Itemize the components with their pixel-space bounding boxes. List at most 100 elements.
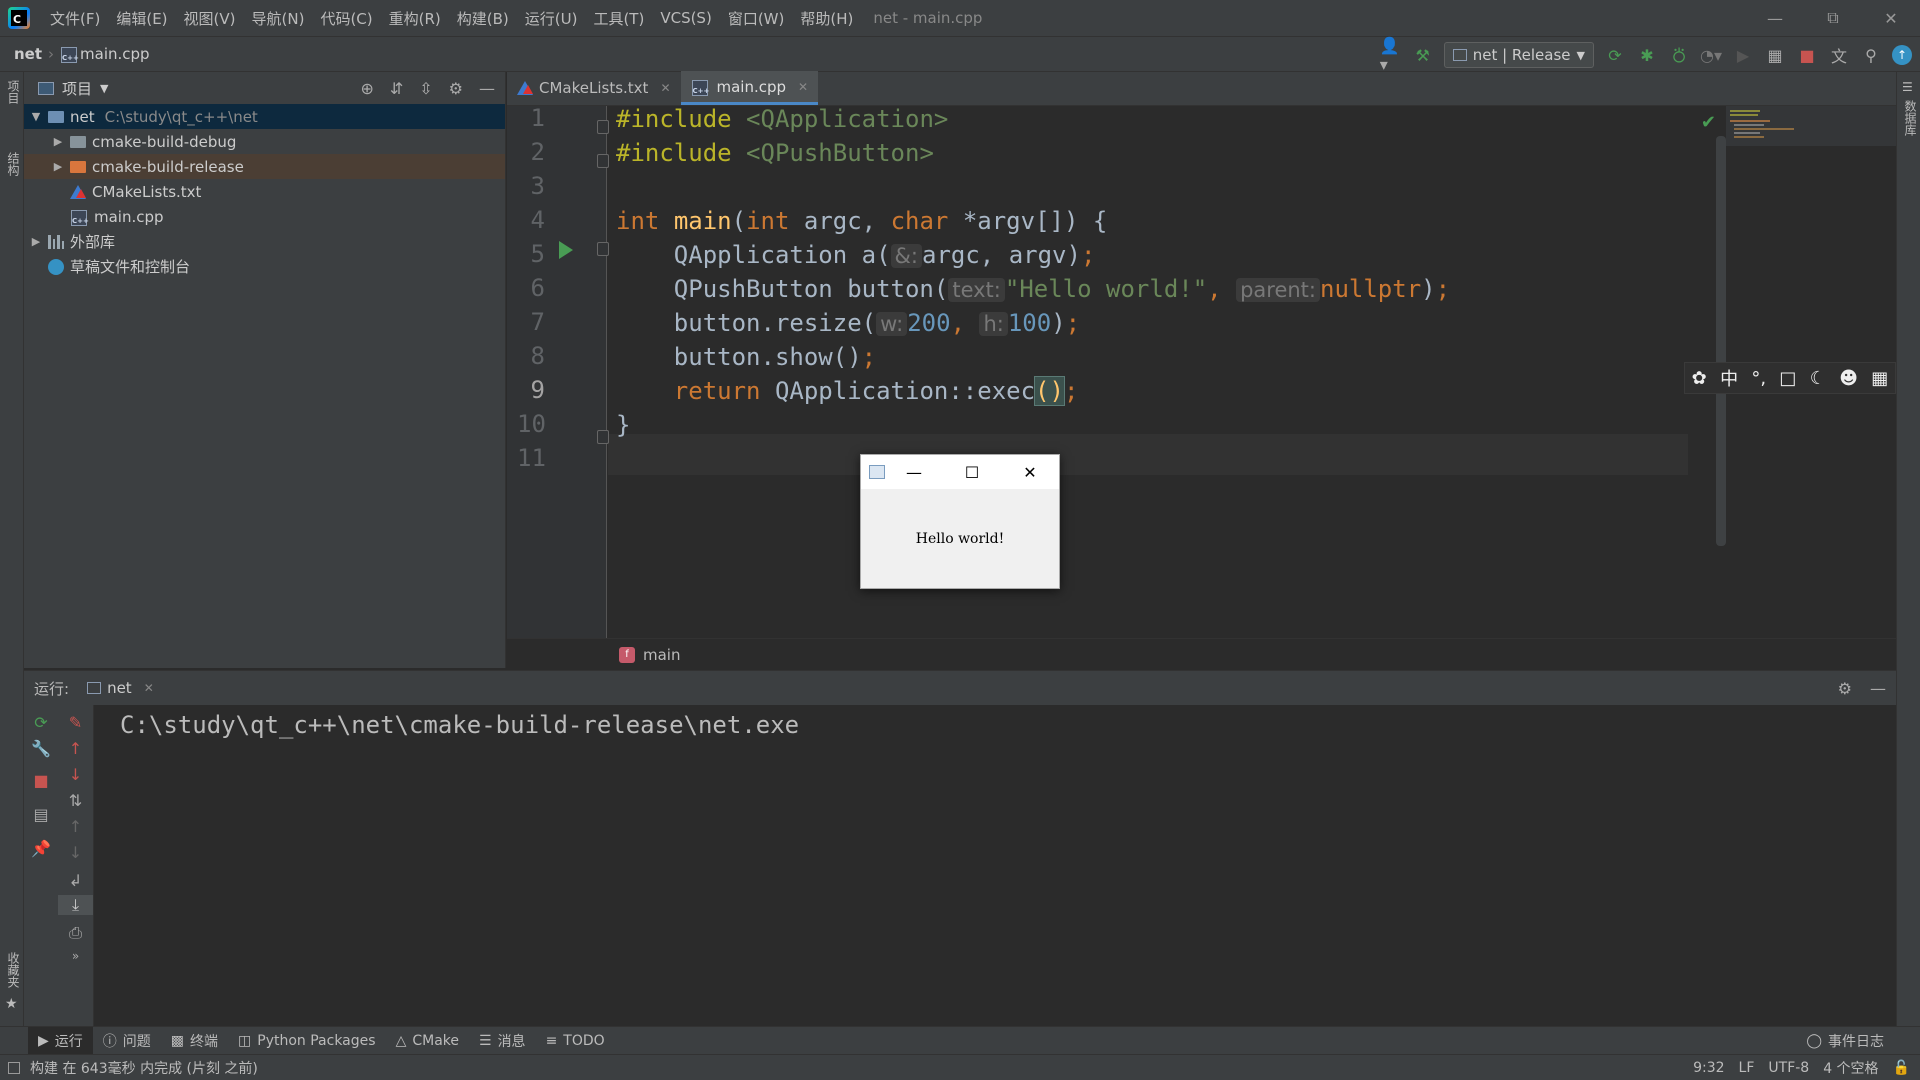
chinese-mode-icon[interactable]: 中 (1720, 365, 1738, 391)
clipboard-icon[interactable]: □ (1779, 368, 1796, 389)
inspection-ok-icon[interactable]: ✔ (1701, 112, 1716, 133)
sort-icon[interactable]: ⇅ (58, 791, 93, 810)
expand-all-icon[interactable]: ⇵ (390, 79, 403, 98)
event-log-button[interactable]: ◯ 事件日志 (1806, 1027, 1884, 1055)
caret-position[interactable]: 9:32 (1693, 1060, 1724, 1076)
breadcrumb-file[interactable]: main.cpp (80, 45, 150, 63)
fold-icon[interactable] (597, 430, 609, 444)
layout-icon[interactable]: ▤ (24, 805, 58, 824)
coverage-icon[interactable]: ⛣ (1668, 44, 1690, 66)
menu-refactor[interactable]: 重构(R) (381, 8, 449, 29)
paw-icon[interactable]: ✿ (1692, 368, 1707, 389)
chevron-right-icon[interactable]: ▶ (50, 160, 66, 173)
stop-icon[interactable]: ■ (1796, 44, 1818, 66)
person-icon[interactable]: ☻ (1839, 368, 1858, 389)
tree-item-cmake-build-release[interactable]: ▶ cmake-build-release (24, 154, 505, 179)
rerun-icon[interactable]: ⟳ (1604, 44, 1626, 66)
breadcrumb-function[interactable]: main (643, 646, 680, 664)
clear-icon[interactable]: ✎ (58, 713, 93, 732)
project-view-select[interactable]: 项目 (62, 78, 92, 99)
close-window-button[interactable]: ✕ (1862, 0, 1920, 36)
hide-icon[interactable]: — (1870, 679, 1886, 698)
menu-vcs[interactable]: VCS(S) (652, 9, 719, 27)
pin-icon[interactable]: 📌 (24, 839, 58, 858)
database-tool-tab[interactable]: 数据库 (1902, 100, 1919, 136)
chevron-down-icon[interactable]: ▼ (100, 82, 108, 95)
tree-item-net[interactable]: ▼ net C:\study\qt_c++\net (24, 104, 505, 129)
restore-button[interactable]: ⧉ (1804, 0, 1862, 36)
update-icon[interactable]: ↑ (1892, 45, 1912, 65)
status-toggle-icon[interactable] (8, 1061, 20, 1074)
run-gutter-icon[interactable] (559, 241, 573, 259)
search-icon[interactable]: ⚲ (1860, 44, 1882, 66)
menu-navigate[interactable]: 导航(N) (244, 8, 313, 29)
structure-tool-tab[interactable]: 结构 (5, 152, 22, 176)
tool-problems[interactable]: ⓘ 问题 (93, 1027, 161, 1055)
tree-item-cmake-build-debug[interactable]: ▶ cmake-build-debug (24, 129, 505, 154)
collapse-all-icon[interactable]: ⇳ (419, 79, 432, 98)
chevron-right-icon[interactable]: ▶ (28, 235, 44, 248)
scroll-to-end-icon[interactable]: ⤓ (58, 895, 93, 915)
attach-icon[interactable]: ▦ (1764, 44, 1786, 66)
tool-run[interactable]: ▶ 运行 (28, 1026, 93, 1055)
debug-icon[interactable]: ✱ (1636, 44, 1658, 66)
translate-icon[interactable]: 文 (1828, 44, 1850, 66)
run-tab-net[interactable]: net ✕ (87, 679, 154, 697)
down-disabled-icon[interactable]: ↓ (58, 843, 93, 862)
close-icon[interactable]: ✕ (144, 681, 154, 695)
status-message[interactable]: 构建 在 643毫秒 内完成 (片刻 之前) (30, 1058, 258, 1078)
gear-icon[interactable]: ⚙ (1838, 679, 1852, 698)
menu-edit[interactable]: 编辑(E) (108, 8, 175, 29)
tree-item-external-libraries[interactable]: ▶ 外部库 (24, 229, 505, 254)
more-icon[interactable]: » (58, 949, 93, 963)
wrench-icon[interactable]: 🔧 (24, 739, 58, 758)
fold-icon[interactable] (597, 242, 609, 256)
arrow-up-icon[interactable]: ↑ (58, 739, 93, 758)
run-icon[interactable]: ▶ (1732, 44, 1754, 66)
chevron-down-icon[interactable]: ▼ (28, 110, 44, 123)
chevron-right-icon[interactable]: ▶ (50, 135, 66, 148)
lock-icon[interactable]: 🔓 (1893, 1060, 1910, 1076)
menu-view[interactable]: 视图(V) (176, 8, 244, 29)
breadcrumb-project[interactable]: net (14, 45, 42, 63)
moon-icon[interactable]: ☾ (1810, 368, 1826, 389)
tool-terminal[interactable]: ▩ 终端 (161, 1027, 228, 1055)
hide-icon[interactable]: — (479, 79, 495, 98)
hello-world-button[interactable]: Hello world! (861, 489, 1059, 589)
tree-item-main-cpp[interactable]: main.cpp (24, 204, 505, 229)
close-icon[interactable]: ✕ (798, 80, 808, 94)
up-disabled-icon[interactable]: ↑ (58, 817, 93, 836)
gear-icon[interactable]: ⚙ (449, 79, 463, 98)
print-icon[interactable]: ⎙ (58, 923, 93, 943)
menu-file[interactable]: 文件(F) (42, 8, 108, 29)
tool-python-packages[interactable]: ◫ Python Packages (228, 1027, 386, 1055)
menu-window[interactable]: 窗口(W) (720, 8, 793, 29)
console-output[interactable]: C:\study\qt_c++\net\cmake-build-release\… (120, 711, 799, 739)
file-encoding[interactable]: UTF-8 (1768, 1060, 1809, 1076)
menu-tools[interactable]: 工具(T) (585, 8, 652, 29)
punctuation-icon[interactable]: °, (1751, 368, 1766, 389)
favorites-tool-tab[interactable]: 收藏夹 (5, 952, 22, 988)
menu-build[interactable]: 构建(B) (449, 8, 517, 29)
menu-code[interactable]: 代码(C) (312, 8, 380, 29)
tool-todo[interactable]: ≡ TODO (536, 1027, 615, 1055)
tool-messages[interactable]: ☰ 消息 (469, 1027, 536, 1055)
user-icon[interactable]: 👤▾ (1380, 36, 1402, 74)
fold-icon[interactable] (597, 120, 609, 134)
close-icon[interactable]: ✕ (660, 81, 670, 95)
tree-item-cmakelists[interactable]: CMakeLists.txt (24, 179, 505, 204)
profile-icon[interactable]: ◔▾ (1700, 44, 1722, 66)
project-tool-tab[interactable]: 项目 (5, 80, 22, 104)
locate-icon[interactable]: ⊕ (360, 79, 373, 98)
menu-help[interactable]: 帮助(H) (792, 8, 861, 29)
minimize-button[interactable]: — (1746, 0, 1804, 36)
hello-world-window[interactable]: — ☐ ✕ Hello world! (860, 454, 1060, 589)
soft-wrap-icon[interactable]: ↲ (58, 871, 93, 890)
indent-setting[interactable]: 4 个空格 (1823, 1058, 1878, 1078)
menu-run[interactable]: 运行(U) (517, 8, 586, 29)
popup-minimize-button[interactable]: — (885, 455, 943, 489)
line-separator[interactable]: LF (1739, 1060, 1755, 1076)
minimap[interactable] (1726, 106, 1896, 146)
run-config-select[interactable]: net | Release ▼ (1443, 42, 1594, 68)
popup-maximize-button[interactable]: ☐ (943, 455, 1001, 489)
